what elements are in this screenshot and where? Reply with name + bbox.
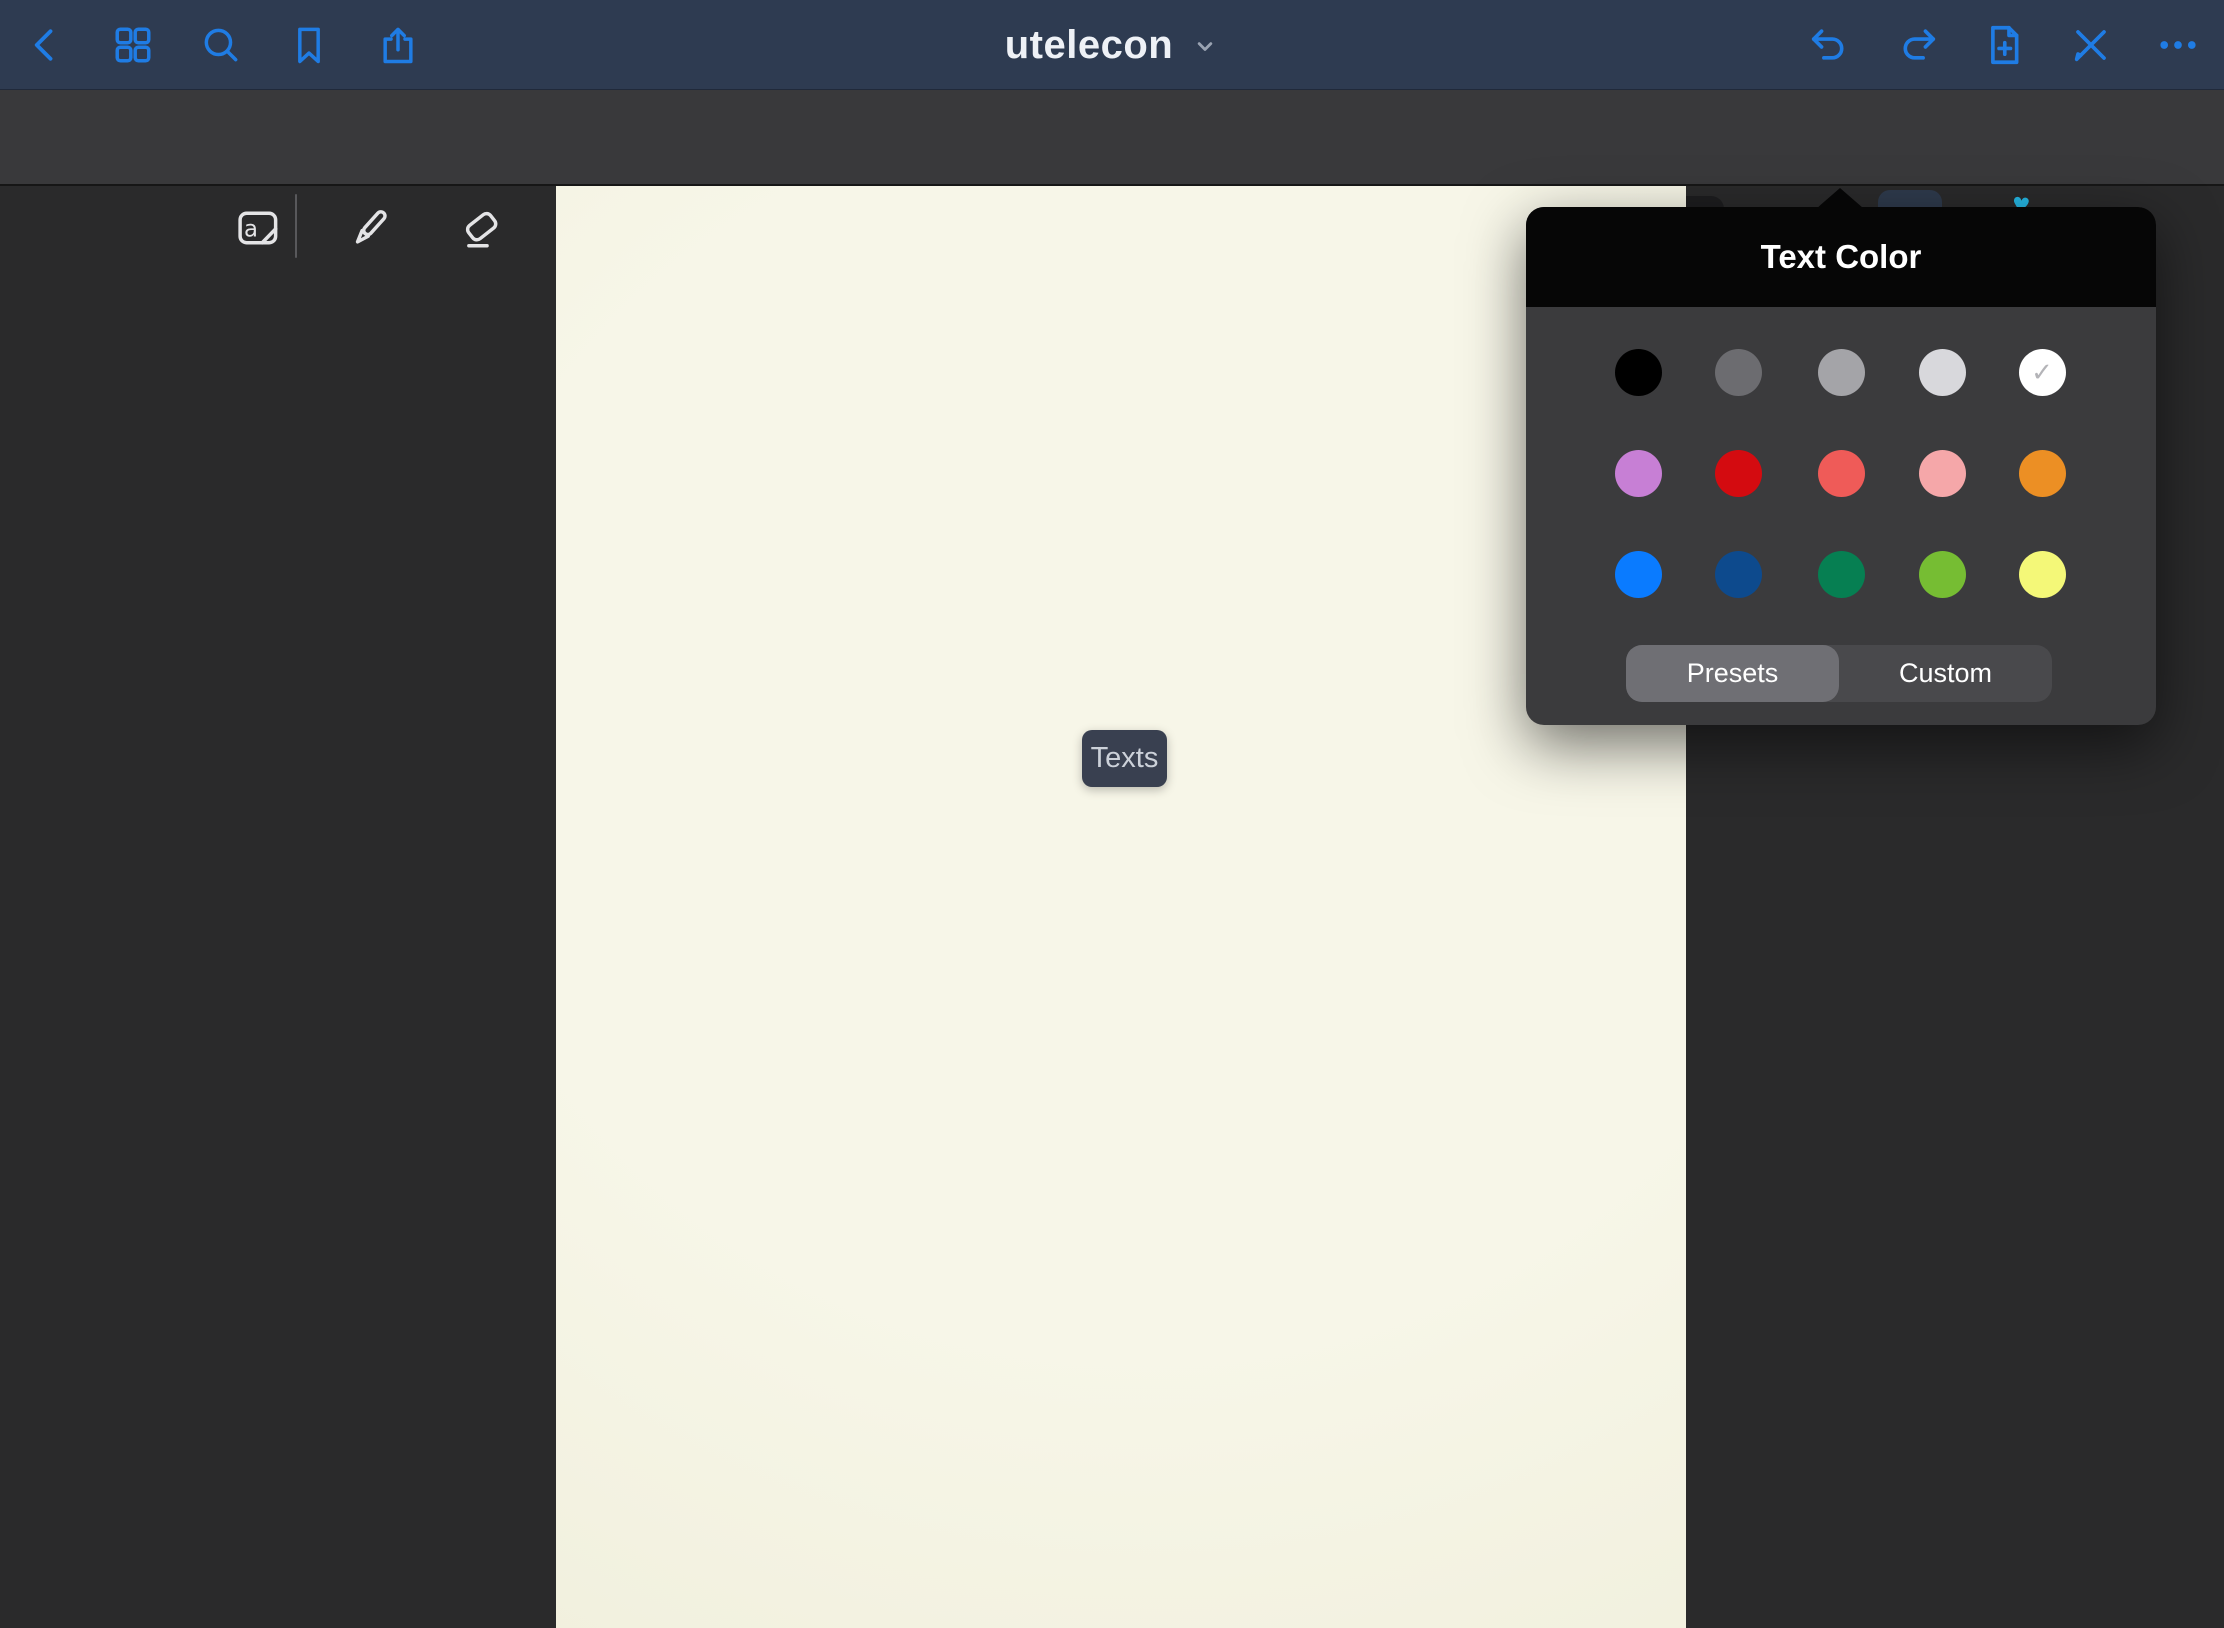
color-swatch[interactable] — [1715, 450, 1762, 497]
view-mode-tool[interactable]: a — [231, 202, 283, 254]
color-swatch[interactable] — [1919, 450, 1966, 497]
selected-check-icon: ✓ — [2031, 359, 2053, 385]
color-swatch[interactable] — [1919, 551, 1966, 598]
popover-arrow — [1817, 188, 1863, 208]
document-title[interactable]: utelecon — [1005, 23, 1173, 68]
presets-custom-segmented-control: Presets Custom — [1626, 645, 2052, 702]
note-page-canvas[interactable]: Texts — [556, 186, 1686, 1628]
chevron-down-icon — [1191, 32, 1219, 65]
color-swatch[interactable] — [1818, 450, 1865, 497]
toolbar-separator — [295, 194, 297, 258]
color-swatch[interactable] — [1715, 349, 1762, 396]
eraser-icon — [455, 202, 507, 254]
color-swatch[interactable] — [1919, 349, 1966, 396]
app-window: utelecon — [0, 0, 2224, 1628]
color-swatch[interactable] — [1818, 551, 1865, 598]
more-button[interactable] — [2142, 0, 2214, 90]
add-page-button[interactable] — [1968, 0, 2040, 90]
undo-icon — [1807, 22, 1853, 68]
thumbnails-grid-icon — [111, 23, 155, 67]
tab-presets[interactable]: Presets — [1626, 645, 1839, 702]
bookmark-button[interactable] — [273, 0, 345, 90]
bookmark-icon — [287, 23, 331, 67]
share-icon — [376, 23, 420, 67]
svg-text:a: a — [244, 217, 258, 243]
color-swatch[interactable] — [1715, 551, 1762, 598]
top-navigation-bar: utelecon — [0, 0, 2224, 90]
tab-presets-label: Presets — [1687, 658, 1779, 689]
color-swatch[interactable] — [1615, 349, 1662, 396]
undo-button[interactable] — [1794, 0, 1866, 90]
share-button[interactable] — [362, 0, 434, 90]
tab-custom[interactable]: Custom — [1839, 645, 2052, 702]
color-swatch[interactable]: ✓ — [2019, 349, 2066, 396]
add-page-icon — [1981, 22, 2027, 68]
pen-icon — [344, 202, 396, 254]
more-ellipsis-icon — [2155, 22, 2201, 68]
search-button[interactable] — [185, 0, 257, 90]
tab-custom-label: Custom — [1899, 658, 1992, 689]
back-button[interactable] — [9, 0, 81, 90]
color-swatch[interactable] — [1818, 349, 1865, 396]
color-swatch[interactable] — [1615, 450, 1662, 497]
tool-toolbar: a — [0, 90, 2224, 186]
color-swatch[interactable] — [2019, 551, 2066, 598]
stylus-cross-icon — [2068, 22, 2114, 68]
color-swatch-grid: ✓ — [1526, 207, 2156, 637]
thumbnails-button[interactable] — [97, 0, 169, 90]
eraser-tool[interactable] — [455, 202, 507, 254]
pen-tool[interactable] — [344, 202, 396, 254]
back-icon — [23, 23, 67, 67]
view-mode-icon: a — [231, 202, 283, 254]
color-swatch[interactable] — [1615, 551, 1662, 598]
texts-label-text: Texts — [1091, 742, 1159, 775]
redo-icon — [1894, 22, 1940, 68]
search-icon — [199, 23, 243, 67]
stylus-button[interactable] — [2055, 0, 2127, 90]
redo-button[interactable] — [1881, 0, 1953, 90]
texts-label[interactable]: Texts — [1082, 730, 1167, 787]
color-swatch[interactable] — [2019, 450, 2066, 497]
text-color-popover: Text Color ✓ Presets Custom — [1526, 207, 2156, 725]
